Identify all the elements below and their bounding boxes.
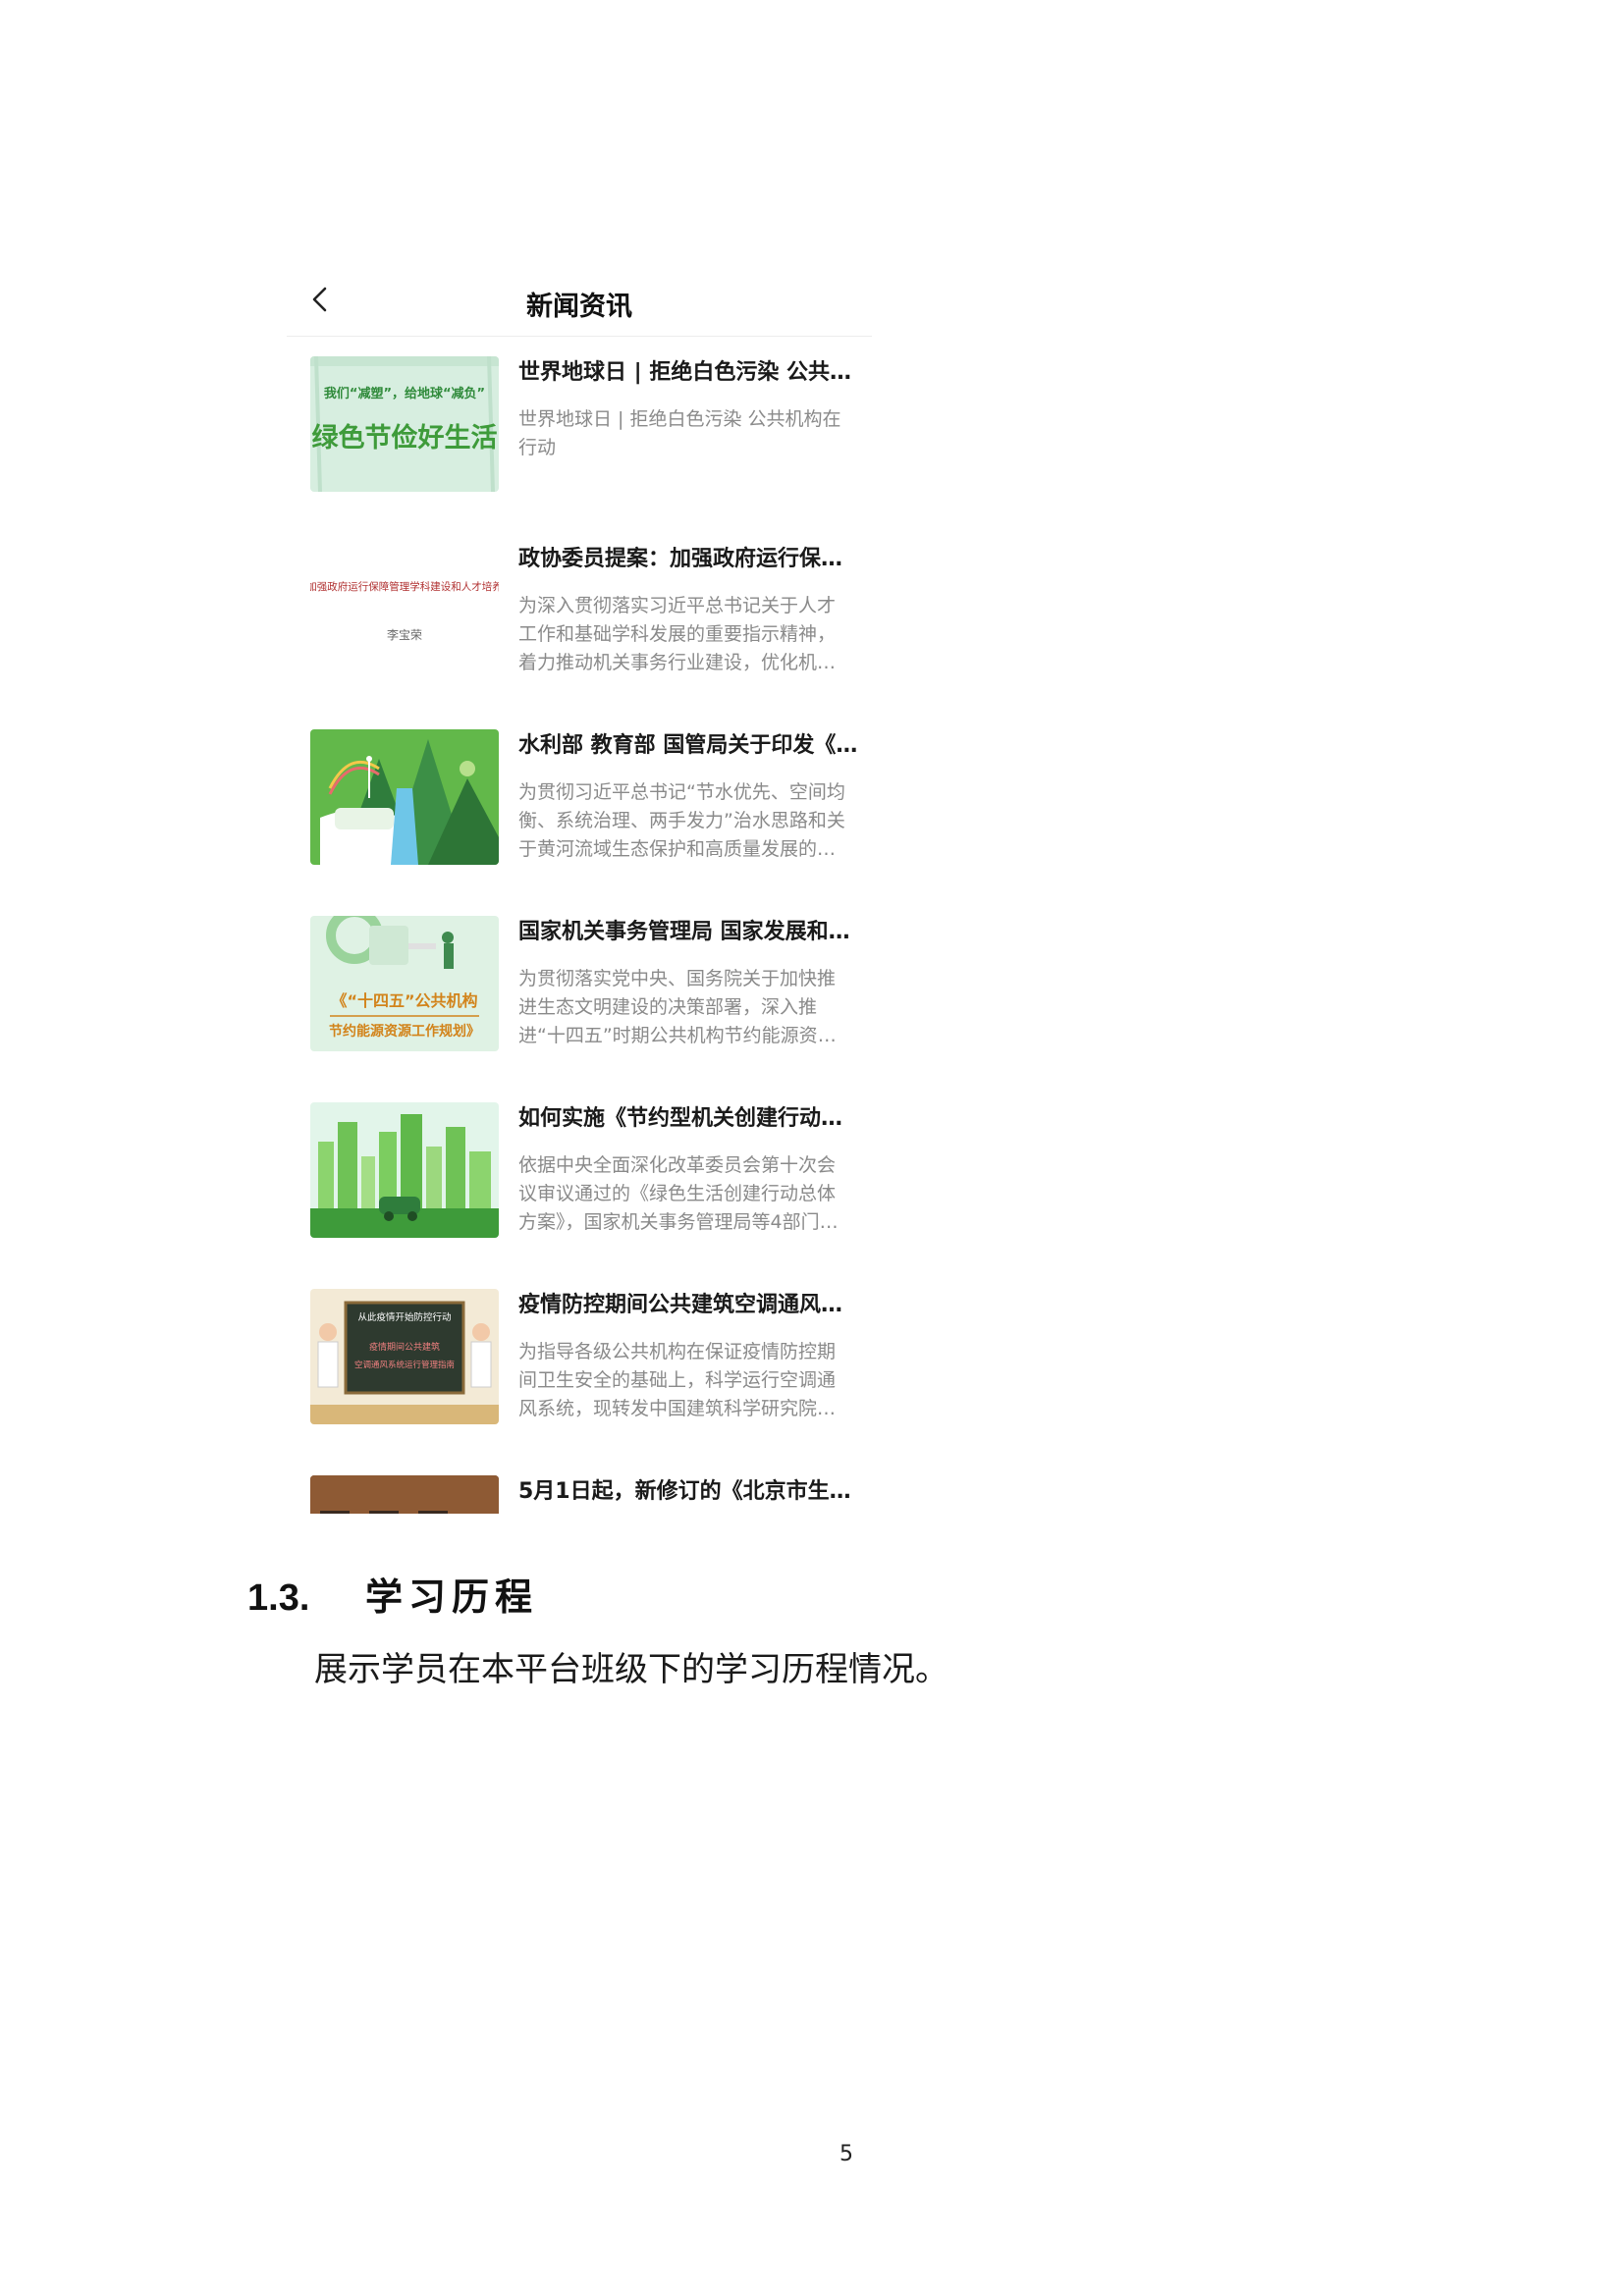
section-number: 1.3. xyxy=(247,1577,310,1619)
news-title: 世界地球日 | 拒绝白色污染 公共机构在行动 xyxy=(518,360,860,385)
page-number: 5 xyxy=(839,2142,853,2166)
thumbnail-subtitle: 空调通风系统运行管理指南 xyxy=(354,1360,455,1370)
news-summary: 世界地球日 | 拒绝白色污染 公共机构在行动 xyxy=(518,408,841,458)
news-title: 政协委员提案：加强政府运行保障管理学科建设和人才培养 xyxy=(518,547,860,571)
news-item[interactable]: 我们“减塑”，给地球“减负” 绿色节俭好生活 世界地球日 | 拒绝白色污染 公共… xyxy=(310,356,860,492)
news-summary: 为贯彻落实党中央、国务院关于加快推进生态文明建设的决策部署，深入推进“十四五”时… xyxy=(518,968,837,1046)
news-title: 国家机关事务管理局 国家发展和改革委员会关于印发《“十四五”公共机构节约能源资源… xyxy=(518,920,860,944)
news-item[interactable]: 如何实施《节约型机关创建行动方案》 依据中央全面深化改革委员会第十次会议审议通过… xyxy=(310,1102,860,1238)
thumbnail-headline: 疫情期间公共建筑 xyxy=(369,1341,440,1353)
green-city-illustration xyxy=(310,1102,499,1238)
news-item[interactable]: 加强政府运行保障管理学科建设和人才培养 李宝荣 政协委员提案：加强政府运行保障管… xyxy=(310,543,860,678)
thumbnail-author: 李宝荣 xyxy=(387,627,422,642)
news-item[interactable]: 从此疫情开始防控行动 疫情期间公共建筑 空调通风系统运行管理指南 疫情防控期间公… xyxy=(310,1289,860,1424)
proposal-cover-image: 加强政府运行保障管理学科建设和人才培养 李宝荣 xyxy=(310,543,499,678)
thumbnail-subtitle: 节约能源资源工作规划》 xyxy=(329,1023,480,1040)
news-summary: 为指导各级公共机构在保证疫情防控期间卫生安全的基础上，科学运行空调通风系统，现转… xyxy=(518,1341,837,1419)
water-saving-illustration xyxy=(310,729,499,865)
news-item[interactable]: 《“十四五”公共机构 节约能源资源工作规划》 国家机关事务管理局 国家发展和改革… xyxy=(310,916,860,1051)
section-heading: 1.3. 学习历程 xyxy=(247,1567,538,1621)
news-summary: 为贯彻习近平总书记“节水优先、空间均衡、系统治理、两手发力”治水思路和关于黄河流… xyxy=(518,781,845,860)
news-title: 水利部 教育部 国管局关于印发《黄河流域节水型高校建设名单》 xyxy=(518,733,860,758)
news-thumbnail: 我们“减塑”，给地球“减负” 绿色节俭好生活 xyxy=(310,356,499,492)
reduce-plastic-image: 我们“减塑”，给地球“减负” 绿色节俭好生活 xyxy=(310,356,499,492)
thumbnail-headline: 加强政府运行保障管理学科建设和人才培养 xyxy=(310,580,499,593)
news-summary: 为深入贯彻落实习近平总书记关于人才工作和基础学科发展的重要指示精神，着力推动机关… xyxy=(518,595,837,673)
section-title: 学习历程 xyxy=(365,1575,539,1619)
energy-plan-cover-image: 《“十四五”公共机构 节约能源资源工作规划》 xyxy=(310,916,499,1051)
news-thumbnail: 从此疫情开始防控行动 疫情期间公共建筑 空调通风系统运行管理指南 xyxy=(310,1289,499,1424)
thumbnail-headline: 绿色节俭好生活 xyxy=(312,422,498,454)
thumbnail-headline: 《“十四五”公共机构 xyxy=(331,991,477,1010)
epidemic-guide-illustration: 从此疫情开始防控行动 疫情期间公共建筑 空调通风系统运行管理指南 xyxy=(310,1289,499,1424)
news-item[interactable]: 5月1日起，新修订的《北京市生活垃圾管理条例》正式实施 xyxy=(310,1475,860,1514)
thumbnail-caption: 我们“减塑”，给地球“减负” xyxy=(324,386,485,401)
news-thumbnail: 加强政府运行保障管理学科建设和人才培养 李宝荣 xyxy=(310,543,499,678)
garbage-regulation-photo xyxy=(310,1475,499,1514)
body-paragraph: 展示学员在本平台班级下的学习历程情况。 xyxy=(314,1650,948,1689)
thumbnail-caption: 从此疫情开始防控行动 xyxy=(357,1311,451,1323)
page-title: 新闻资讯 xyxy=(526,292,632,322)
news-item[interactable]: 水利部 教育部 国管局关于印发《黄河流域节水型高校建设名单》 为贯彻习近平总书记… xyxy=(310,729,860,865)
news-thumbnail: 《“十四五”公共机构 节约能源资源工作规划》 xyxy=(310,916,499,1051)
news-thumbnail xyxy=(310,729,499,865)
news-summary: 依据中央全面深化改革委员会第十次会议审议通过的《绿色生活创建行动总体方案》，国家… xyxy=(518,1154,839,1233)
news-thumbnail xyxy=(310,1102,499,1238)
news-title: 疫情防控期间公共建筑空调通风系统运行管理指南 xyxy=(518,1293,860,1317)
app-header: 新闻资讯 xyxy=(287,245,872,337)
news-thumbnail xyxy=(310,1475,499,1514)
news-title: 5月1日起，新修订的《北京市生活垃圾管理条例》正式实施 xyxy=(518,1479,860,1504)
news-title: 如何实施《节约型机关创建行动方案》 xyxy=(518,1106,860,1131)
news-screen: 新闻资讯 我们“减塑”，给地球“减负” 绿色节俭好生活 世界地球日 | 拒绝白色… xyxy=(287,245,872,1514)
